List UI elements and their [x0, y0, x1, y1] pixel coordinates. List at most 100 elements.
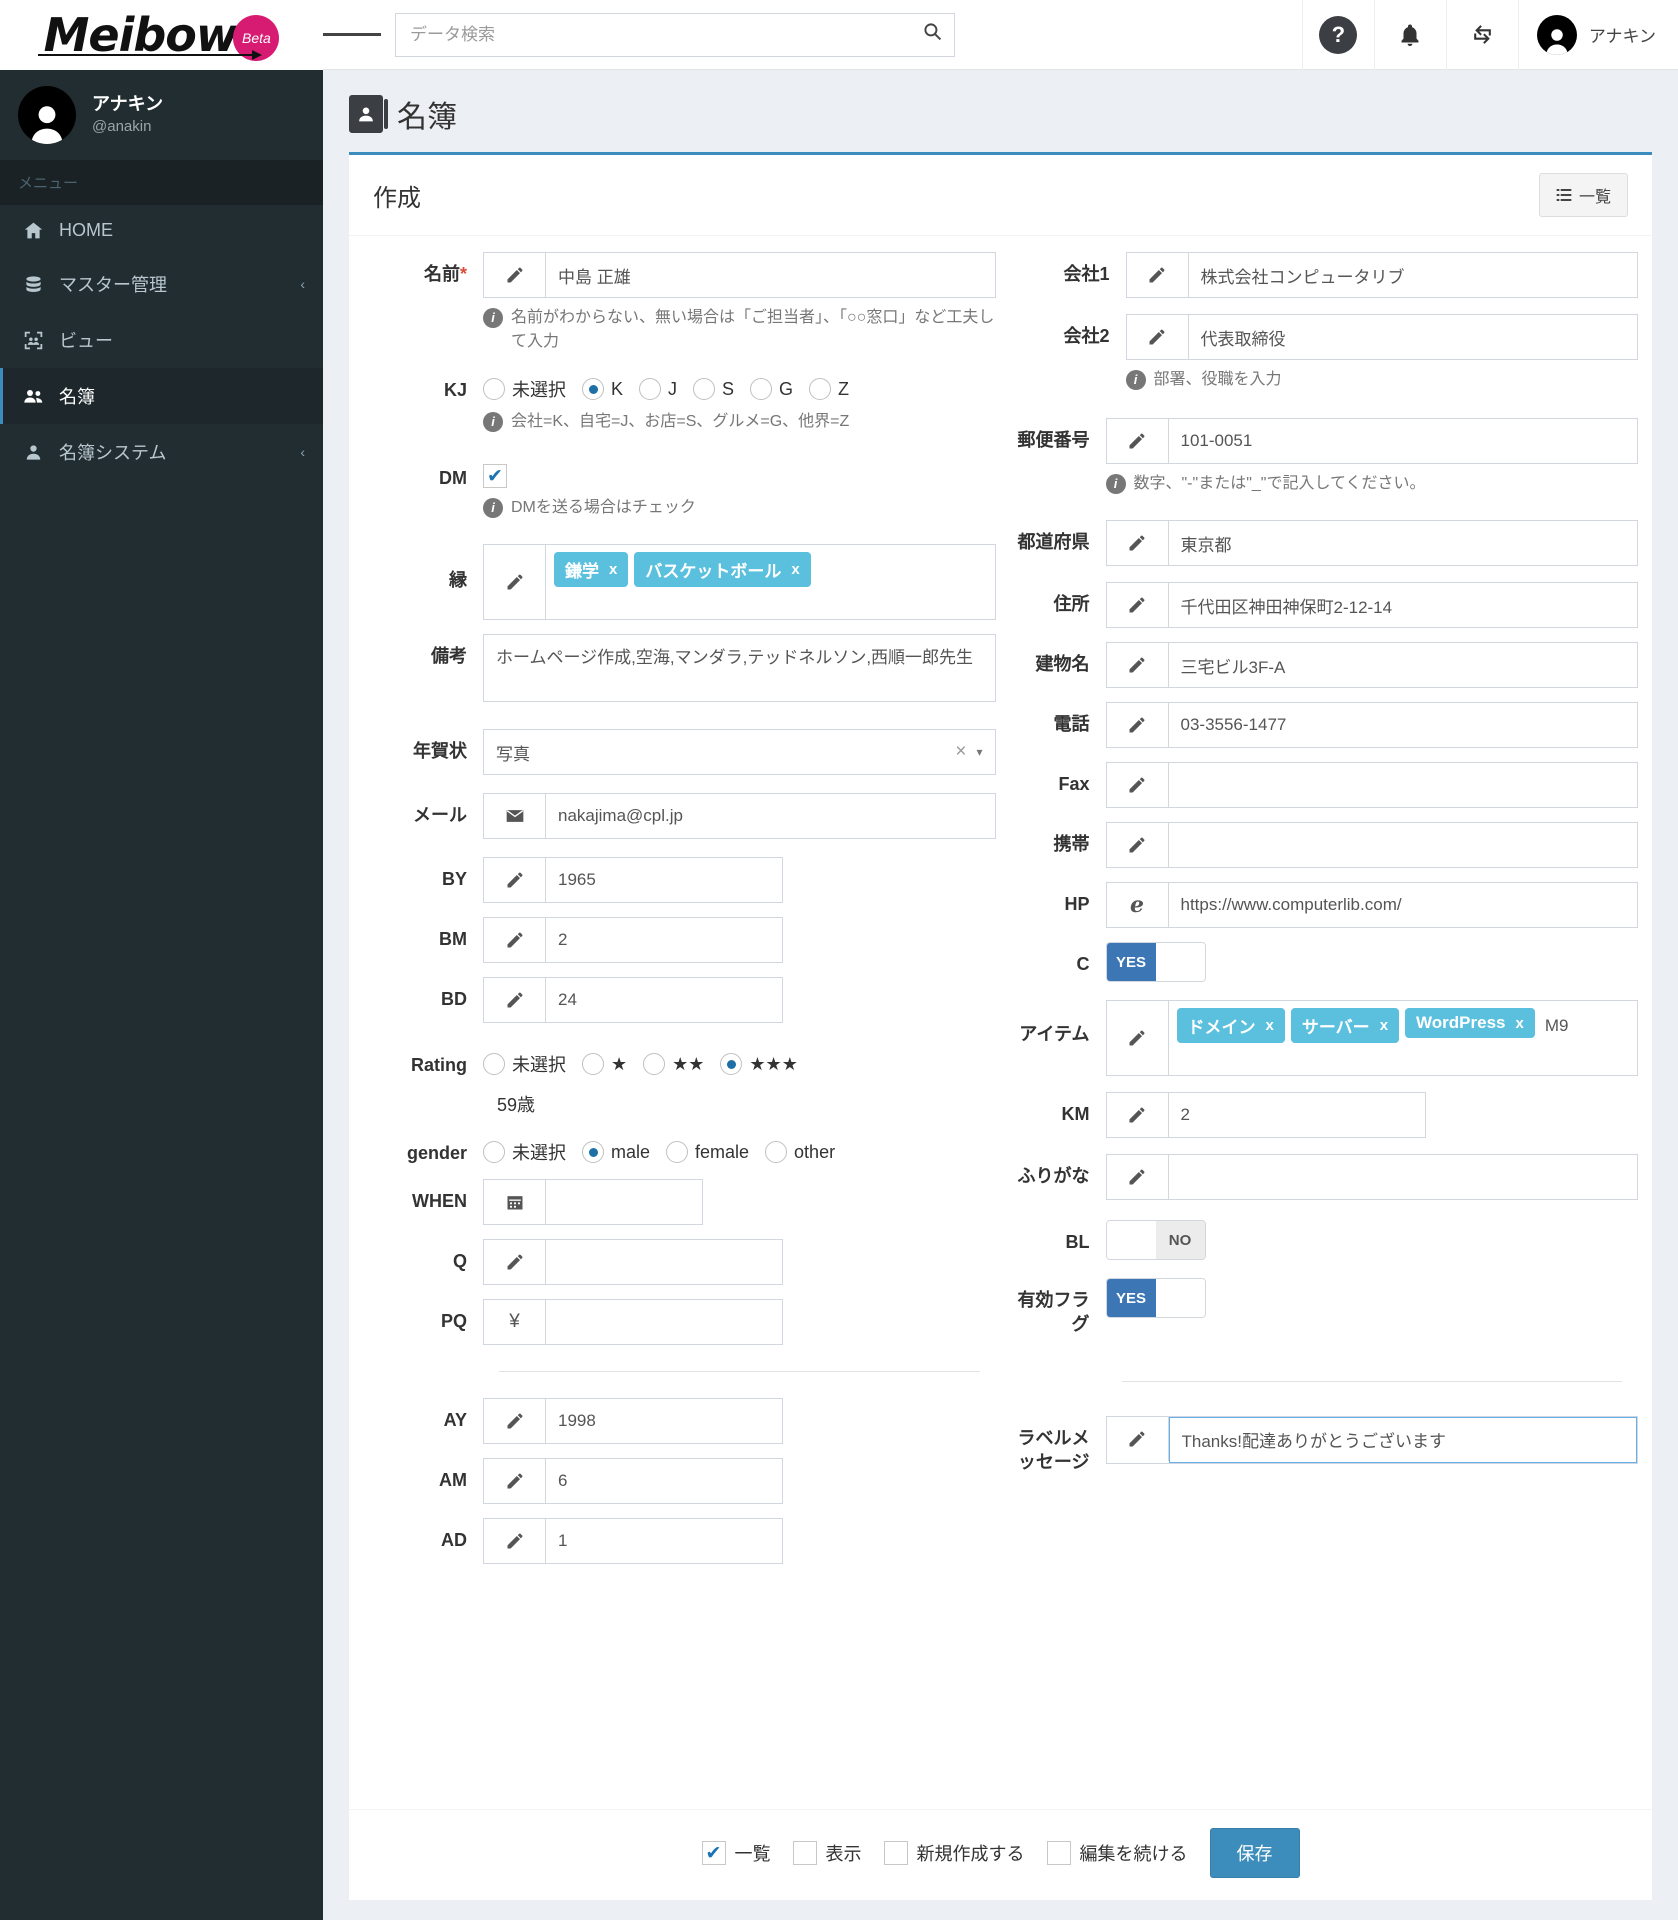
radio-icon	[809, 378, 832, 400]
nengajo-value: 写真	[496, 744, 530, 764]
list-view-button[interactable]: 一覧	[1538, 173, 1628, 217]
furigana-input[interactable]	[1168, 1155, 1637, 1199]
field-hint: i 名前がわからない、無い場合は「ご担当者」、「○○窓口」など工夫して入力	[483, 306, 996, 354]
sidebar-item-meibo[interactable]: 名簿	[0, 368, 323, 424]
label-message-input[interactable]	[1168, 1416, 1637, 1463]
bd-input[interactable]	[546, 978, 782, 1022]
kj-option-3[interactable]: S	[693, 378, 734, 400]
am-input[interactable]	[546, 1459, 782, 1504]
c-toggle[interactable]: YES	[1105, 942, 1206, 982]
addr-input[interactable]	[1168, 583, 1637, 627]
remove-tag-icon[interactable]: x	[791, 561, 799, 578]
main-area: ? アナキン 名簿	[323, 0, 1678, 1920]
refresh-button[interactable]	[1445, 0, 1518, 70]
remove-tag-icon[interactable]: x	[1266, 1017, 1274, 1034]
gender-option-0[interactable]: 未選択	[483, 1139, 566, 1165]
footer-checkbox-create-new[interactable]: 新規作成する	[883, 1840, 1025, 1866]
rating-option-1[interactable]: ★	[582, 1053, 627, 1075]
field-bl: BL NO	[1006, 1220, 1639, 1264]
dm-checkbox[interactable]	[483, 464, 507, 488]
ay-input[interactable]	[546, 1399, 782, 1444]
kj-option-2[interactable]: J	[639, 378, 677, 400]
sidebar-item-master[interactable]: マスター管理 ‹	[0, 256, 323, 312]
fax-input[interactable]	[1168, 763, 1637, 807]
tag-chip[interactable]: 鎌学 x	[554, 552, 629, 587]
radio-icon	[483, 1053, 505, 1075]
mail-input[interactable]	[546, 794, 995, 838]
ad-input[interactable]	[546, 1519, 782, 1564]
km-input[interactable]	[1168, 1093, 1425, 1137]
name-input[interactable]	[546, 253, 995, 297]
remove-tag-icon[interactable]: x	[1515, 1015, 1523, 1032]
kj-option-1[interactable]: K	[582, 378, 623, 400]
help-button[interactable]: ?	[1301, 0, 1374, 70]
footer-checkbox-list[interactable]: 一覧	[701, 1840, 771, 1866]
field-label: 会社1	[1063, 264, 1110, 284]
remove-tag-icon[interactable]: x	[609, 561, 617, 578]
checkbox-icon[interactable]	[792, 1841, 817, 1865]
checkbox-icon[interactable]	[701, 1841, 726, 1865]
pref-input[interactable]	[1168, 521, 1637, 565]
tag-chip[interactable]: ドメイン x	[1176, 1008, 1285, 1043]
clear-select-icon[interactable]: ×	[945, 741, 976, 763]
save-button[interactable]: 保存	[1209, 1828, 1300, 1878]
company2-input[interactable]	[1188, 315, 1637, 359]
field-hp: HP e	[1006, 882, 1638, 928]
notifications-button[interactable]	[1373, 0, 1446, 70]
section-divider	[1121, 1380, 1622, 1382]
field-label: BL	[1065, 1232, 1090, 1252]
address-book-icon	[349, 95, 388, 133]
bl-toggle-value: NO	[1155, 1221, 1205, 1259]
search-input[interactable]	[395, 12, 955, 57]
rating-option-3[interactable]: ★★★	[720, 1053, 798, 1075]
q-input[interactable]	[546, 1240, 782, 1285]
search-icon[interactable]	[909, 13, 955, 57]
gender-option-2[interactable]: female	[666, 1141, 749, 1163]
footer-checkbox-display[interactable]: 表示	[792, 1840, 862, 1866]
tag-chip[interactable]: バスケットボール x	[634, 552, 811, 587]
mobile-input[interactable]	[1168, 823, 1637, 867]
bm-input[interactable]	[546, 918, 782, 962]
field-by: BY	[363, 857, 996, 903]
en-tag-input[interactable]: 鎌学 x バスケットボール x	[483, 544, 996, 620]
remove-tag-icon[interactable]: x	[1380, 1017, 1388, 1034]
valid-flag-toggle[interactable]: YES	[1105, 1278, 1206, 1318]
zip-input[interactable]	[1168, 419, 1637, 463]
field-gender: gender 未選択 male female other	[363, 1131, 996, 1165]
footer-checkbox-continue-edit[interactable]: 編集を続ける	[1046, 1840, 1188, 1866]
tag-chip[interactable]: サーバー x	[1290, 1008, 1400, 1043]
menu-toggle-icon[interactable]	[323, 30, 381, 39]
rating-option-2[interactable]: ★★	[643, 1053, 704, 1075]
company1-input[interactable]	[1188, 253, 1637, 297]
field-label: Q	[452, 1251, 467, 1272]
bl-toggle[interactable]: NO	[1105, 1220, 1206, 1260]
gender-option-1[interactable]: male	[582, 1141, 650, 1163]
chevron-down-icon[interactable]: ▾	[976, 745, 982, 759]
sidebar-item-home[interactable]: HOME	[0, 205, 323, 256]
kj-option-4[interactable]: G	[750, 378, 793, 400]
field-en: 縁 鎌学 x バスケットボール x	[363, 544, 996, 620]
tel-input[interactable]	[1168, 703, 1637, 747]
brand-logo[interactable]: Meibow Beta	[0, 0, 323, 70]
when-input[interactable]	[546, 1180, 702, 1225]
building-input[interactable]	[1168, 643, 1637, 687]
sidebar-item-view[interactable]: ビュー	[0, 312, 323, 368]
item-tag-input[interactable]: ドメイン x サーバー x WordPress x M9	[1105, 1000, 1638, 1076]
biko-textarea[interactable]	[483, 634, 996, 702]
tag-chip[interactable]: WordPress x	[1405, 1008, 1535, 1038]
checkbox-icon[interactable]	[1046, 1841, 1071, 1865]
nengajo-select[interactable]: 写真 × ▾	[483, 729, 996, 775]
logo-arrow-icon	[38, 50, 262, 60]
user-menu[interactable]: アナキン	[1517, 0, 1678, 70]
kj-option-5[interactable]: Z	[809, 378, 849, 400]
gender-option-3[interactable]: other	[765, 1141, 835, 1163]
hp-input[interactable]	[1168, 883, 1637, 927]
rating-option-0[interactable]: 未選択	[483, 1051, 566, 1077]
field-label: PQ	[440, 1311, 467, 1332]
by-input[interactable]	[546, 858, 782, 902]
kj-option-0[interactable]: 未選択	[483, 376, 566, 402]
sidebar-item-meibo-system[interactable]: 名簿システム ‹	[0, 424, 323, 480]
checkbox-icon[interactable]	[883, 1841, 908, 1865]
sidebar-profile[interactable]: アナキン @anakin	[0, 70, 323, 160]
pq-input[interactable]	[546, 1300, 782, 1345]
